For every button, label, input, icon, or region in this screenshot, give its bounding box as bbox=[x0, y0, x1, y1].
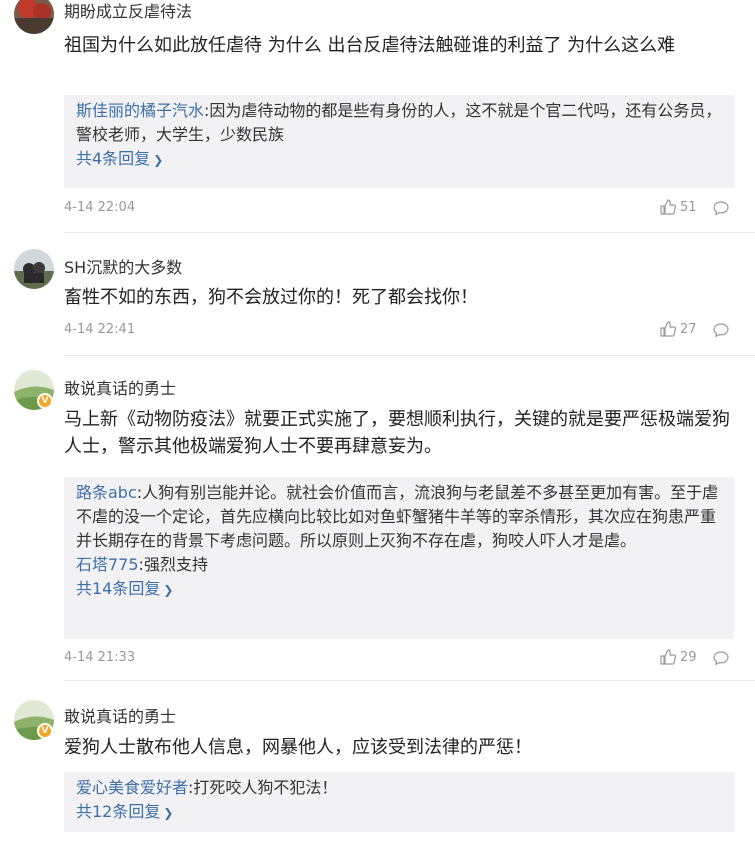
thumbs-up-icon bbox=[660, 321, 676, 337]
comment-item: V 敢说真话的勇士 爱狗人士散布他人信息，网暴他人，应该受到法律的严惩！ 爱心美… bbox=[0, 688, 755, 844]
comment-item: 期盼成立反虐待法 祖国为什么如此放任虐待 为什么 出台反虐待法触碰谁的利益了 为… bbox=[0, 0, 755, 233]
username[interactable]: SH沉默的大多数 bbox=[64, 254, 182, 278]
timestamp: 4-14 22:04 bbox=[64, 200, 136, 215]
like-button[interactable]: 27 bbox=[660, 321, 697, 337]
reply-text: 打死咬人狗不犯法！ bbox=[193, 778, 338, 797]
more-replies-label: 共14条回复 bbox=[76, 579, 161, 598]
comment-text: 畜牲不如的东西，狗不会放过你的！死了都会找你！ bbox=[64, 287, 478, 308]
comment-item: SH沉默的大多数 畜牲不如的东西，狗不会放过你的！死了都会找你！ 4-14 22… bbox=[0, 233, 755, 356]
chevron-right-icon: ❯ bbox=[163, 583, 174, 597]
comment-item: V 敢说真话的勇士 马上新《动物防疫法》就要正式实施了，要想顺利执行，关键的就是… bbox=[0, 356, 755, 688]
comment-text: 祖国为什么如此放任虐待 为什么 出台反虐待法触碰谁的利益了 为什么这么难 bbox=[64, 35, 676, 56]
more-replies-label: 共4条回复 bbox=[76, 149, 151, 168]
reply-username[interactable]: 石塔775 bbox=[76, 555, 139, 574]
verified-badge-icon: V bbox=[37, 393, 53, 409]
like-count: 27 bbox=[680, 321, 697, 337]
like-button[interactable]: 51 bbox=[660, 199, 697, 215]
timestamp: 4-14 21:33 bbox=[64, 650, 136, 665]
speech-bubble-icon[interactable] bbox=[713, 322, 729, 338]
speech-bubble-icon[interactable] bbox=[713, 650, 729, 666]
reply-item: 石塔775:强烈支持 bbox=[76, 555, 208, 574]
avatar[interactable] bbox=[14, 249, 54, 289]
thumbs-up-icon bbox=[660, 649, 676, 665]
chevron-right-icon: ❯ bbox=[163, 806, 174, 820]
like-button[interactable]: 29 bbox=[660, 649, 697, 665]
avatar[interactable] bbox=[14, 0, 54, 34]
timestamp: 4-14 22:41 bbox=[64, 322, 136, 337]
reply-item: 爱心美食爱好者:打死咬人狗不犯法！ bbox=[76, 778, 338, 797]
reply-username[interactable]: 斯佳丽的橘子汽水 bbox=[76, 101, 204, 120]
reply-box: 爱心美食爱好者:打死咬人狗不犯法！ 共12条回复 ❯ bbox=[64, 772, 734, 832]
comment-feed: 期盼成立反虐待法 祖国为什么如此放任虐待 为什么 出台反虐待法触碰谁的利益了 为… bbox=[0, 0, 755, 844]
more-replies-label: 共12条回复 bbox=[76, 802, 161, 821]
reply-box: 斯佳丽的橘子汽水:因为虐待动物的都是些有身份的人，这不就是个官二代吗，还有公务员… bbox=[64, 95, 734, 188]
divider bbox=[64, 680, 755, 681]
more-replies-link[interactable]: 共4条回复 ❯ bbox=[76, 147, 722, 172]
reply-username[interactable]: 爱心美食爱好者 bbox=[76, 778, 188, 797]
more-replies-link[interactable]: 共14条回复 ❯ bbox=[76, 577, 722, 602]
username[interactable]: 期盼成立反虐待法 bbox=[64, 0, 192, 22]
reply-text: 强烈支持 bbox=[143, 555, 208, 574]
thumbs-up-icon bbox=[660, 199, 676, 215]
chevron-right-icon: ❯ bbox=[153, 153, 164, 167]
reply-item: 路条abc:人狗有别岂能并论。就社会价值而言，流浪狗与老鼠差不多甚至更加有害。至… bbox=[76, 483, 719, 550]
more-replies-link[interactable]: 共12条回复 ❯ bbox=[76, 800, 722, 825]
comment-text: 马上新《动物防疫法》就要正式实施了，要想顺利执行，关键的就是要严惩极端爱狗人士，… bbox=[64, 409, 730, 457]
username[interactable]: 敢说真话的勇士 bbox=[64, 375, 176, 399]
speech-bubble-icon[interactable] bbox=[713, 200, 729, 216]
reply-item: 斯佳丽的橘子汽水:因为虐待动物的都是些有身份的人，这不就是个官二代吗，还有公务员… bbox=[76, 101, 722, 144]
username[interactable]: 敢说真话的勇士 bbox=[64, 703, 176, 727]
reply-text: 人狗有别岂能并论。就社会价值而言，流浪狗与老鼠差不多甚至更加有害。至于虐不虐的没… bbox=[76, 483, 719, 550]
comment-text: 爱狗人士散布他人信息，网暴他人，应该受到法律的严惩！ bbox=[64, 737, 532, 758]
like-count: 51 bbox=[680, 199, 697, 215]
reply-username[interactable]: 路条abc bbox=[76, 483, 137, 502]
reply-box: 路条abc:人狗有别岂能并论。就社会价值而言，流浪狗与老鼠差不多甚至更加有害。至… bbox=[64, 477, 734, 639]
verified-badge-icon: V bbox=[37, 723, 53, 739]
like-count: 29 bbox=[680, 649, 697, 665]
